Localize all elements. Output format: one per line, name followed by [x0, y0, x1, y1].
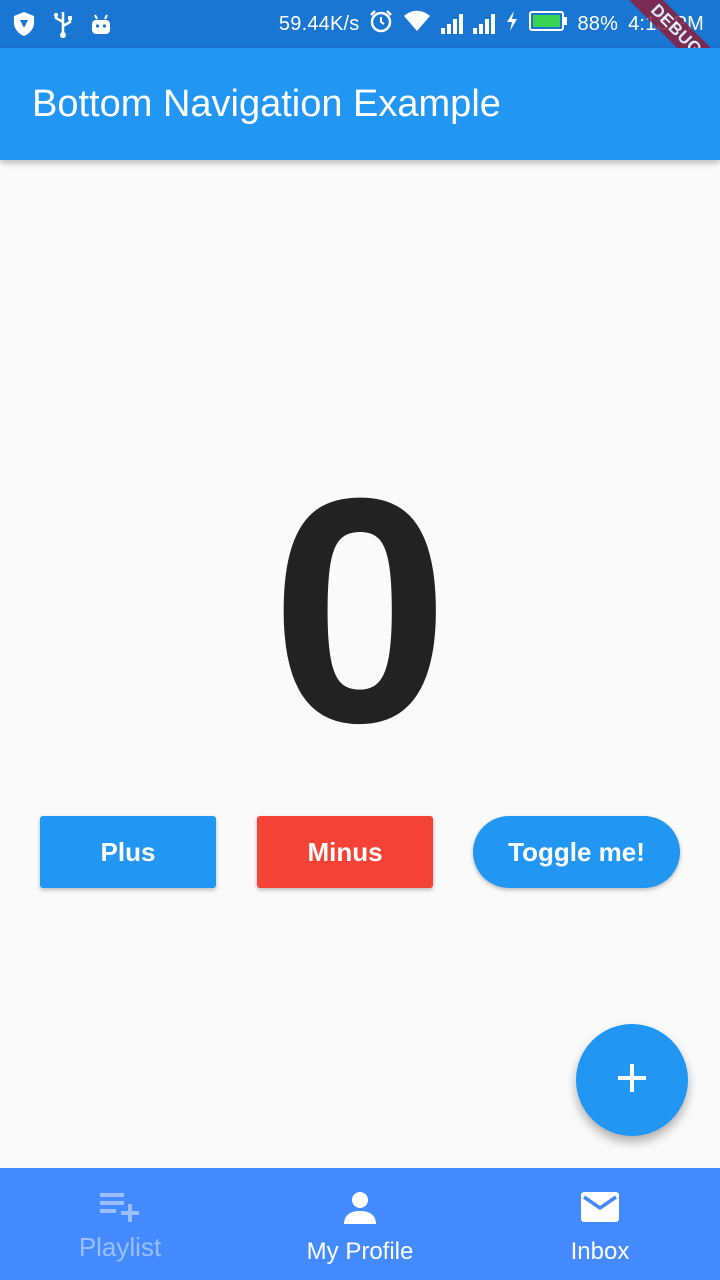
charging-icon: [505, 10, 519, 38]
nav-label-playlist: Playlist: [78, 1232, 162, 1262]
signal-icon: [473, 14, 496, 34]
person-icon: [342, 1190, 378, 1231]
signal-icon: [441, 14, 464, 34]
page-title: Bottom Navigation Example: [32, 83, 501, 125]
alarm-icon: [369, 9, 393, 39]
nav-label-inbox: Inbox: [570, 1238, 630, 1265]
playlist-add-icon: [98, 1190, 142, 1229]
minus-button[interactable]: Minus: [257, 816, 433, 888]
nav-label-my-profile: My Profile: [306, 1238, 414, 1265]
android-icon: [90, 12, 112, 41]
wifi-icon: [403, 10, 431, 38]
shield-icon: [12, 11, 36, 42]
battery-percent: 88%: [577, 12, 619, 35]
mail-icon: [580, 1190, 620, 1229]
app-bar: Bottom Navigation Example: [0, 48, 720, 160]
counter-value: 0: [271, 431, 449, 789]
add-icon: [615, 1061, 649, 1100]
usb-icon: [52, 10, 74, 43]
status-bar: 59.44K/s 88% 4:13 PM DEBUG: [0, 0, 720, 96]
nav-item-my-profile[interactable]: My Profile: [240, 1168, 480, 1280]
network-speed: 59.44K/s: [278, 12, 360, 35]
bottom-navigation: Playlist My Profile Inbox: [0, 1168, 720, 1280]
add-fab-button[interactable]: [576, 1024, 688, 1136]
battery-icon: [529, 10, 568, 38]
nav-item-inbox[interactable]: Inbox: [480, 1168, 720, 1280]
toggle-button[interactable]: Toggle me!: [473, 816, 680, 888]
plus-button[interactable]: Plus: [40, 816, 216, 888]
nav-item-playlist[interactable]: Playlist: [0, 1168, 240, 1280]
